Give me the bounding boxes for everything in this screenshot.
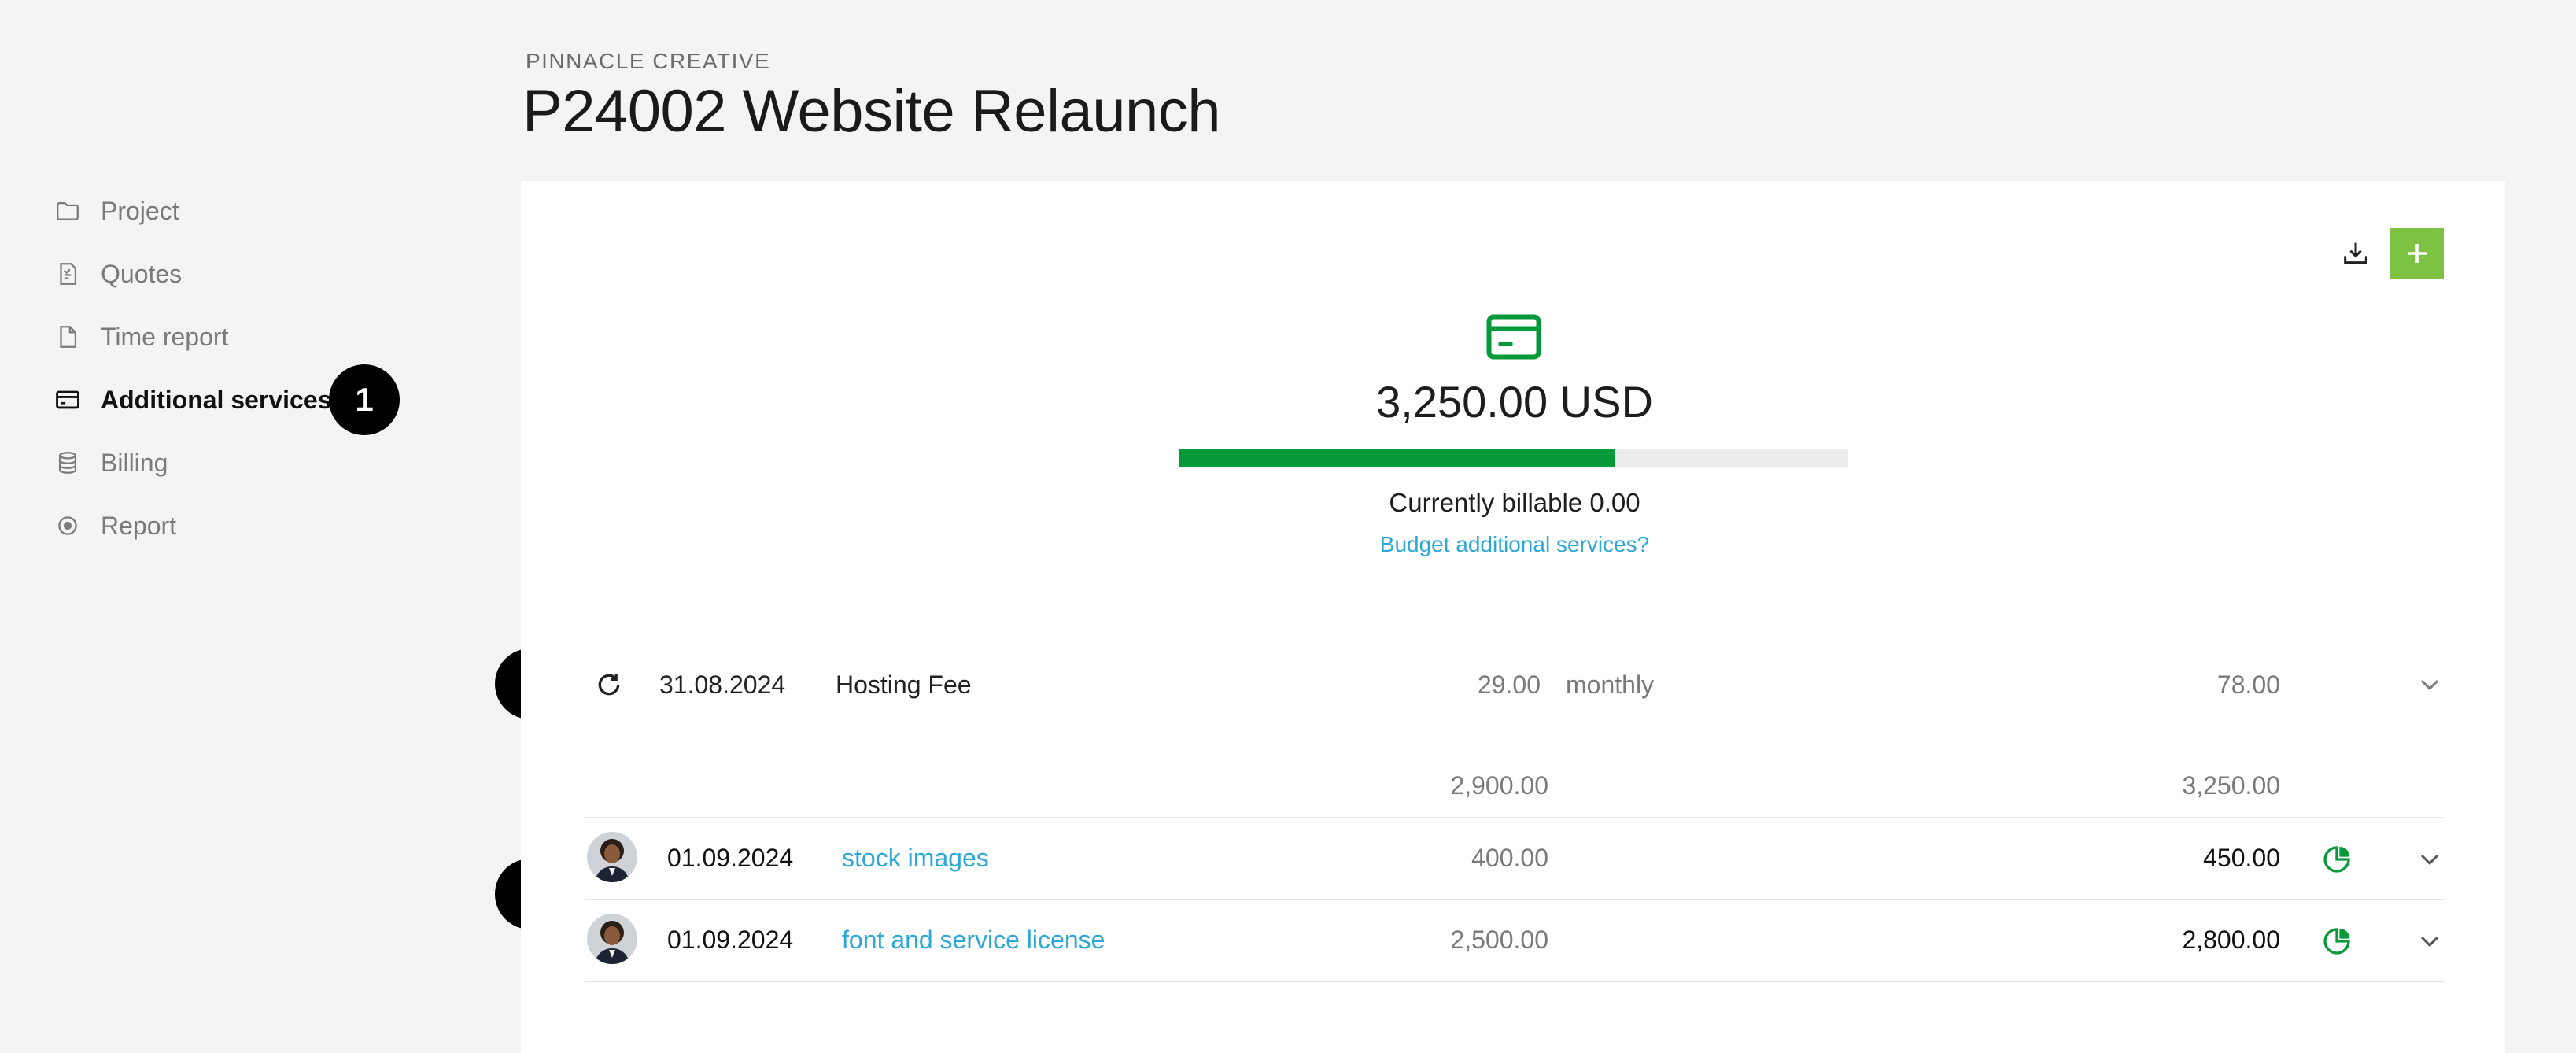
budget-progress-fill (1179, 449, 1615, 467)
chevron-down-icon[interactable] (2414, 669, 2445, 700)
quote-document-icon (54, 260, 82, 288)
service-date: 01.09.2024 (667, 926, 794, 954)
plus-icon (2408, 244, 2427, 263)
refresh-icon (598, 674, 620, 696)
service-price: 450.00 (2203, 844, 2280, 872)
recurring-date: 31.08.2024 (659, 671, 786, 699)
annotation-marker-1: 1 (329, 364, 400, 435)
sidebar-item-label: Report (101, 511, 177, 540)
recurring-interval: monthly (1566, 671, 1655, 699)
file-icon (54, 323, 82, 351)
row-divider (585, 981, 2444, 982)
service-cost: 400.00 (1471, 844, 1548, 872)
avatar (587, 832, 637, 882)
service-row-font-license[interactable]: 01.09.2024 font and service license 2,50… (585, 913, 2444, 970)
pie-chart-icon[interactable] (2321, 926, 2353, 957)
avatar (587, 914, 637, 964)
service-date: 01.09.2024 (667, 844, 794, 872)
database-icon (54, 449, 82, 477)
totals-row: 2,900.00 3,250.00 (585, 768, 2444, 804)
budget-additional-services-link[interactable]: Budget additional services? (1180, 532, 1849, 557)
sidebar-nav: Project Quotes Time report Additional se… (54, 179, 494, 557)
service-name-link[interactable]: font and service license (842, 926, 1105, 955)
chevron-down-icon[interactable] (2414, 926, 2445, 957)
pie-chart-icon[interactable] (2321, 844, 2353, 875)
budget-progress-bar (1179, 449, 1848, 467)
sidebar-item-label: Billing (101, 448, 168, 477)
service-price: 2,800.00 (2182, 926, 2280, 954)
report-circle-icon (54, 512, 82, 540)
sidebar-item-project[interactable]: Project (54, 179, 494, 242)
download-button[interactable] (2329, 228, 2382, 279)
row-divider (585, 817, 2444, 818)
service-name-link[interactable]: stock images (842, 844, 989, 873)
page-title: P24002 Website Relaunch (522, 78, 1221, 145)
download-icon (2344, 242, 2367, 264)
service-cost: 2,500.00 (1450, 926, 1548, 954)
total-amount: 3,250.00 USD (1376, 377, 1653, 427)
chevron-down-icon[interactable] (2414, 844, 2445, 875)
sidebar-item-time-report[interactable]: Time report (54, 305, 494, 368)
total-cost: 2,900.00 (1450, 771, 1548, 800)
credit-card-icon (1486, 314, 1541, 360)
row-divider (585, 899, 2444, 900)
service-row-stock-images[interactable]: 01.09.2024 stock images 400.00 450.00 (585, 831, 2444, 888)
recurring-name: Hosting Fee (836, 671, 972, 699)
sidebar-item-label: Time report (101, 322, 229, 351)
total-price: 3,250.00 (2182, 771, 2280, 800)
credit-card-icon (54, 386, 82, 414)
company-name: PINNACLE CREATIVE (526, 49, 771, 73)
recurring-total: 78.00 (2216, 671, 2280, 699)
currently-billable: Currently billable 0.00 (1389, 488, 1640, 517)
add-service-button[interactable] (2390, 228, 2444, 279)
recurring-amount: 29.00 (1477, 671, 1541, 699)
sidebar-item-label: Project (101, 196, 179, 225)
sidebar-item-label: Quotes (101, 259, 183, 288)
folder-icon (54, 197, 82, 225)
sidebar-item-additional-services[interactable]: Additional services (54, 368, 494, 431)
sidebar-item-quotes[interactable]: Quotes (54, 242, 494, 305)
sidebar-item-report[interactable]: Report (54, 494, 494, 557)
recurring-service-row[interactable]: 31.08.2024 Hosting Fee 29.00 monthly 78.… (585, 661, 2444, 708)
sidebar-item-billing[interactable]: Billing (54, 431, 494, 494)
sidebar-item-label: Additional services (101, 385, 332, 414)
